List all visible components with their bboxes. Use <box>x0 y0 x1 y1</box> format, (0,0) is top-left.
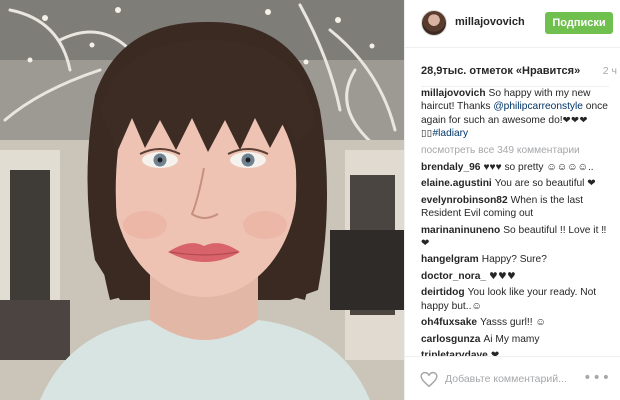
comment-username[interactable]: deirtidog <box>421 287 465 298</box>
add-comment-bar: ••• <box>405 356 620 400</box>
comment-item: marinaninuneno So beautiful !! Love it ‼ … <box>421 224 613 251</box>
caption-username[interactable]: millajovovich <box>421 88 486 99</box>
caption-hearts: ❤❤❤ <box>562 114 588 126</box>
comment-username[interactable]: brendaly_96 <box>421 162 480 173</box>
caption-symbols: ▯▯ <box>421 128 433 140</box>
comment-username[interactable]: marinaninuneno <box>421 225 500 236</box>
avatar[interactable] <box>421 10 447 36</box>
comment-item: brendaly_96 ♥♥♥ so pretty ☺☺☺☺.. <box>421 161 613 174</box>
comment-username[interactable]: hangelgram <box>421 254 479 265</box>
post-side-panel: millajovovich Подписки 28,9тыс. отметок … <box>404 0 620 400</box>
comment-text: Ai My mamy <box>483 333 540 345</box>
view-all-comments-link[interactable]: посмотреть все 349 комментарии <box>421 144 613 157</box>
comment-text: Yasss gurl!! ☺ <box>480 317 546 329</box>
follow-button[interactable]: Подписки <box>545 12 613 34</box>
comment-item: hangelgram Happy? Sure? <box>421 253 613 266</box>
post-stats: 28,9тыс. отметок «Нравится» 2 ч <box>421 63 617 79</box>
caption: millajovovich So happy with my new haircu… <box>421 87 613 141</box>
likes-count[interactable]: 28,9тыс. отметок «Нравится» <box>421 65 580 77</box>
comment-input[interactable] <box>445 369 585 389</box>
hashtag-link[interactable]: #ladiary <box>432 128 468 139</box>
selfie-illustration <box>0 0 404 400</box>
comment-username[interactable]: doctor_nora_ <box>421 271 486 282</box>
post-header: millajovovich Подписки <box>405 0 620 48</box>
comment-username[interactable]: evelynrobinson82 <box>421 195 508 206</box>
heart-outline-icon[interactable] <box>419 370 439 388</box>
author-username[interactable]: millajovovich <box>455 16 525 28</box>
comment-text: You are so beautiful ❤ <box>494 178 596 190</box>
comment-username[interactable]: elaine.agustini <box>421 178 492 189</box>
comment-item: oh4fuxsake Yasss gurl!! ☺ <box>421 316 613 329</box>
comment-item: elaine.agustini You are so beautiful ❤ <box>421 177 613 190</box>
post-time[interactable]: 2 ч <box>603 65 617 77</box>
comment-item: evelynrobinson82 When is the last Residen… <box>421 194 613 221</box>
mention-link[interactable]: @philipcarreonstyle <box>493 101 583 112</box>
comments-list: millajovovich So happy with my new haircu… <box>421 87 613 357</box>
more-options-icon[interactable]: ••• <box>583 370 611 386</box>
comment-text: ♥♥♥ <box>489 270 517 282</box>
comment-text: ♥♥♥ so pretty ☺☺☺☺.. <box>483 162 594 174</box>
comment-item: deirtidog You look like your ready. Not h… <box>421 286 613 313</box>
comment-username[interactable]: carlosgunza <box>421 334 480 345</box>
post-photo[interactable] <box>0 0 404 400</box>
comment-username[interactable]: oh4fuxsake <box>421 317 477 328</box>
comment-item: doctor_nora_ ♥♥♥ <box>421 270 613 283</box>
comment-text: Happy? Sure? <box>481 254 547 266</box>
comment-item: carlosgunza Ai My mamy <box>421 333 613 346</box>
